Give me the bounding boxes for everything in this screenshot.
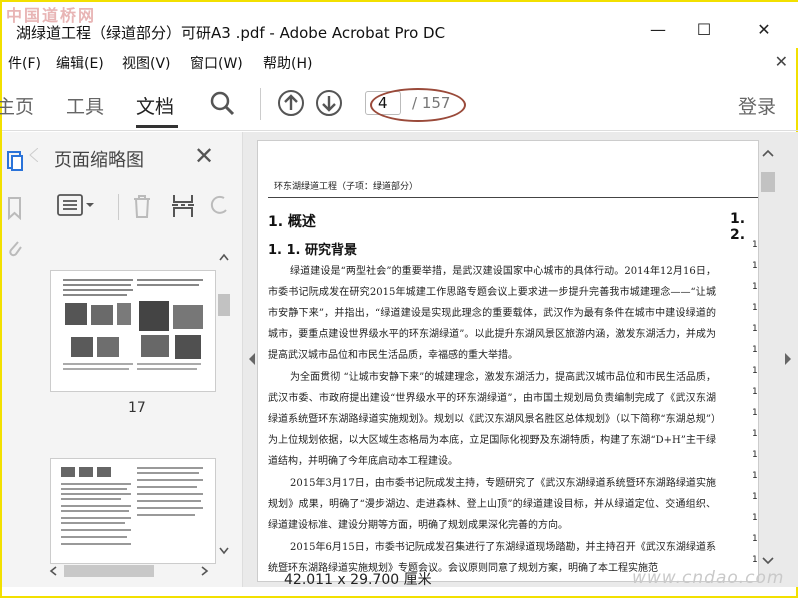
next-page-icon[interactable] (315, 89, 343, 117)
attachments-icon[interactable] (6, 236, 24, 260)
previous-page-icon[interactable] (277, 89, 305, 117)
navigation-strip (2, 132, 30, 587)
toolbar-separator (260, 88, 261, 120)
rotate-icon[interactable] (208, 192, 230, 220)
watermark-top: 中国道桥网 (6, 6, 97, 25)
search-icon[interactable] (208, 89, 236, 117)
close-window-button[interactable]: ✕ (754, 20, 774, 40)
page-thumbnail-preview (61, 467, 203, 545)
paragraph: 绿道建设是“两型社会”的重要举措，是武汉建设国家中心城市的具体行动。2014年1… (268, 266, 716, 361)
document-view[interactable]: 环东湖绿道工程（子项：绿道部分） 1. 概述 1. 2. 1. 1. 研究背景 … (243, 132, 798, 587)
close-document-icon[interactable]: ✕ (775, 52, 788, 71)
extract-pages-icon[interactable] (170, 192, 196, 220)
page-size-readout: 42.011 x 29.700 厘米 (284, 572, 432, 588)
menu-file[interactable]: 件(F) (8, 53, 41, 73)
tab-tools[interactable]: 工具 (66, 92, 104, 119)
scrollbar-graphic (218, 253, 230, 555)
panel-title: 页面缩略图 (54, 150, 144, 171)
collapse-right-panel-icon[interactable] (783, 352, 793, 366)
menu-bar: 件(F) 编辑(E) 视图(V) 窗口(W) 帮助(H) ✕ (2, 50, 798, 76)
header-rule (268, 197, 758, 198)
thumbnail-options-icon[interactable] (56, 192, 96, 218)
tab-document[interactable]: 文档 (136, 92, 174, 119)
panel-toolbar-separator (118, 194, 119, 220)
close-panel-icon[interactable]: ✕ (194, 142, 214, 170)
page-thumbnails-icon[interactable] (6, 150, 24, 172)
page-thumbnail-preview (63, 279, 203, 370)
paragraph: 2015年3月17日，由市委书记阮成发主持，专题研究了《武汉东湖绿道系统暨环东湖… (268, 478, 716, 531)
trash-icon[interactable] (130, 192, 154, 220)
doc-running-header: 环东湖绿道工程（子项：绿道部分） (274, 182, 419, 192)
paragraph: 为全面贯彻 “让城市安静下来”的城建理念，激发东湖活力，提高武汉城市品位和市民生… (268, 372, 716, 467)
page-thumbnail-next[interactable] (50, 458, 216, 564)
menu-edit[interactable]: 编辑(E) (56, 53, 104, 73)
thumbnails-panel: 页面缩略图 ✕ 17 (29, 132, 243, 587)
thumbnail-scrollbar[interactable] (216, 250, 232, 560)
heading-1: 1. 概述 (268, 214, 316, 230)
menu-help[interactable]: 帮助(H) (263, 53, 312, 73)
pdf-page: 环东湖绿道工程（子项：绿道部分） 1. 概述 1. 2. 1. 1. 研究背景 … (257, 140, 759, 582)
collapse-left-panel-icon[interactable] (247, 352, 257, 366)
document-scrollbar[interactable] (757, 146, 779, 571)
menu-window[interactable]: 窗口(W) (190, 53, 243, 73)
minimize-button[interactable]: — (648, 20, 668, 40)
bookmarks-icon[interactable] (6, 196, 24, 220)
title-bar: 湖绿道工程（绿道部分）可研A3 .pdf - Adobe Acrobat Pro… (2, 2, 798, 48)
heading-2: 1. 1. 研究背景 (268, 243, 358, 258)
thumbnail-label: 17 (128, 400, 146, 416)
panel-pointer-icon (29, 148, 38, 162)
menu-view[interactable]: 视图(V) (122, 53, 171, 73)
page-thumbnail-17[interactable] (50, 270, 216, 392)
active-tab-indicator (136, 125, 178, 128)
maximize-button[interactable]: ☐ (694, 20, 714, 40)
tab-home[interactable]: 主页 (0, 92, 34, 119)
watermark-bottom: www.cndao.com (632, 568, 785, 588)
scrollbar-graphic (761, 149, 775, 565)
login-button[interactable]: 登录 (738, 92, 776, 119)
annotation-oval (370, 88, 466, 122)
